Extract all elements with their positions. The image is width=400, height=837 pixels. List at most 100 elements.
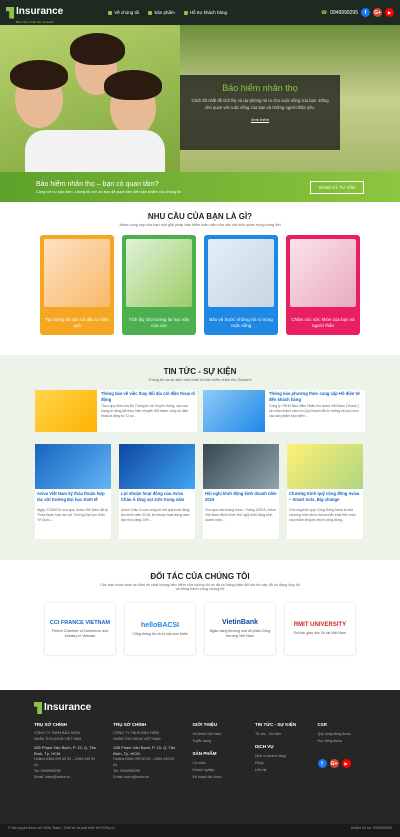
main-nav: Về chúng tôi Sản phẩm Hỗ trợ khách hàng [108,10,227,15]
partner-cci-france[interactable]: CCI FRANCE VIETNAM French Chamber of Com… [45,603,115,655]
news-item-title[interactable]: Hội nghị khởi động kinh doanh năm 2019 [205,491,277,502]
need-card-protection[interactable]: Bảo vệ trước những rủi ro trong cuộc sốn… [204,235,278,335]
site-logo[interactable]: Insurance Bảo hiểm nhân thọ GiusaeX [6,1,63,24]
footer-link[interactable]: Tuyển dụng [193,738,241,745]
footer-logo[interactable]: Insurance [34,702,366,714]
partner-hellobacsi[interactable]: helloBACSI Cổng thông tin và tư vấn sức … [125,603,195,655]
card-caption: Bảo vệ trước những rủi ro trong cuộc sốn… [209,316,273,328]
news-title: TIN TỨC - SỰ KIỆN [163,367,237,376]
footer-link[interactable]: Cá nhân [193,760,241,767]
partner-logo: VietinBank [221,619,259,627]
hero-caption-box: Bảo hiểm nhân thọ Cách tốt nhất để tích … [180,75,340,150]
card-caption: Tích lũy cho tương lai học vấn của con [128,316,190,328]
partner-vietinbank[interactable]: VietinBank Ngân hàng thương mại cổ phần … [205,603,275,655]
cta-banner: Bảo hiểm nhân thọ – bạn có quan tâm? Cùn… [0,172,400,202]
youtube-icon[interactable]: ▶ [385,8,394,17]
partners-section: ĐỐI TÁC CỦA CHÚNG TÔI Các bạn hoàn toàn … [0,572,400,687]
box-icon [148,10,153,15]
nav-item-support[interactable]: Hỗ trợ khách hàng [183,10,227,15]
footer-link[interactable]: FAQs [255,760,303,767]
cta-title: Bảo hiểm nhân thọ – bạn có quan tâm? [36,180,159,188]
card-image [290,239,356,307]
need-card-education[interactable]: Tích lũy cho tương lai học vấn của con [122,235,196,335]
card-image [126,239,192,307]
card-image [208,239,274,307]
facebook-icon[interactable]: f [361,8,370,17]
needs-subtitle: Aviva cung cấp cho bạn một giải pháp bảo… [119,223,281,227]
copyright-text: © Bản quyền thuộc về HCBy Team | Thiết k… [8,826,115,830]
news-item-excerpt: Công ty TNHH Bảo hiểm Nhân thọ Aviva Việ… [269,404,359,418]
news-thumbnail [203,444,279,489]
partner-caption: Ngân hàng thương mại cổ phần Công thương… [209,629,271,638]
footer-link[interactable]: Tin tức - Sự kiện [255,731,303,738]
news-item[interactable]: Lợi nhuận hoạt động của Aviva Châu Á tăn… [119,444,195,539]
needs-title: NHU CẦU CỦA BẠN LÀ GÌ? [147,212,253,221]
partner-logo: helloBACSI [140,621,180,629]
partner-logo: CCI FRANCE VIETNAM [49,619,111,626]
news-featured-item[interactable]: Thông báo phương thức cung cấp Hồ điện t… [203,390,365,432]
partner-caption: French Chamber of Commerce and Industry … [51,628,109,638]
footer-bottom-bar: © Bản quyền thuộc về HCBy Team | Thiết k… [0,824,400,837]
need-card-health[interactable]: Chăm sóc sức khỏe của bạn và người thân [286,235,360,335]
footer-office-2: TRỤ SỞ CHÍNH CÔNG TY TNHH BẢO HIỂM NHÂN … [113,722,176,779]
partners-title: ĐỐI TÁC CỦA CHÚNG TÔI [150,572,250,581]
header-contact: ☎ 0949999295 f G+ ▶ [321,8,394,17]
info-icon [108,10,113,15]
partners-subtitle: Các bạn hoàn toàn an tâm về chất lượng b… [100,583,300,591]
hero-banner: Bảo hiểm nhân thọ Cách tốt nhất để tích … [0,25,400,172]
news-item-excerpt: Vừa qua vào tháng trước, Tháng 1/2019, A… [205,508,276,522]
footer-links-about: GIỚI THIỆU Về Aviva Việt Nam Tuyển dụng … [193,722,241,781]
youtube-icon[interactable]: ▶ [341,759,351,768]
footer-links-news: TIN TỨC - SỰ KIỆN Tin tức - Sự kiện DỊCH… [255,722,303,781]
news-thumbnail [35,444,111,489]
logo-icon [6,6,14,19]
news-item-title[interactable]: Thông báo phương thức cung cấp Hồ điện t… [269,391,363,402]
hotline-number[interactable]: 0949999295 [330,10,358,16]
news-thumbnail [119,444,195,489]
news-item-title[interactable]: Thông báo về việc thay đổi địa chỉ điện … [101,391,195,402]
card-caption: Tạo dựng tài sản và đầu tư hiệu quả [44,316,110,328]
card-caption: Chăm sóc sức khỏe của bạn và người thân [291,316,355,328]
card-image [44,239,110,307]
cta-description: Cùng với sự bảo đảm, chúng tôi còn an bạ… [36,189,181,194]
site-footer: Insurance TRỤ SỞ CHÍNH CÔNG TY TNHH BẢO … [0,690,400,824]
news-item-excerpt: Aviva Châu Á vừa công bố kết quả hoạt độ… [121,508,190,522]
phone-icon: ☎ [320,9,328,16]
footer-link[interactable]: Liên hệ [255,767,303,774]
news-section: TIN TỨC - SỰ KIỆN Thông tin và sự kiện m… [0,355,400,560]
news-featured-item[interactable]: Thông báo về việc thay đổi địa chỉ điện … [35,390,197,432]
support-icon [183,10,188,15]
footer-link[interactable]: Về Aviva Việt Nam [193,731,241,738]
footer-links-csr: CSR Quỹ cộng đồng Aviva Học bổng Aviva f… [317,722,366,781]
footer-link[interactable]: Quỹ cộng đồng Aviva [318,731,366,738]
partner-caption: Đối tác giáo dục Úc tại Việt Nam [294,631,346,636]
need-card-wealth[interactable]: Tạo dựng tài sản và đầu tư hiệu quả [40,235,114,335]
news-item-title[interactable]: Aviva Việt Nam ký thỏa thuận hợp tác với… [37,491,109,502]
footer-link[interactable]: Doanh nghiệp [193,767,241,774]
footer-office-1: TRỤ SỞ CHÍNH CÔNG TY TNHH BẢO HIỂM NHÂN … [34,722,97,779]
news-thumbnail [287,444,363,489]
news-item[interactable]: Hội nghị khởi động kinh doanh năm 2019 V… [203,444,279,539]
register-consult-button[interactable]: ĐĂNG KÝ TƯ VẤN [310,180,364,194]
footer-hotline[interactable]: Hotline hỗ trợ: 0949999295 [351,826,392,835]
news-item[interactable]: Chương trình quỹ cộng đồng Aviva – Smart… [287,444,363,539]
news-item-title[interactable]: Chương trình quỹ cộng đồng Aviva – Smart… [289,491,361,502]
news-item-title[interactable]: Lợi nhuận hoạt động của Aviva Châu Á tăn… [121,491,193,502]
news-thumbnail [203,390,265,432]
footer-link[interactable]: Học bổng Aviva [318,738,366,745]
footer-link[interactable]: Kế hoạch tài chính [193,774,241,781]
google-plus-icon[interactable]: G+ [329,759,339,768]
google-plus-icon[interactable]: G+ [373,8,382,17]
hero-more-link[interactable]: Xem thêm [188,117,332,122]
news-subtitle: Thông tin và sự kiện mới nhất từ Bảo hiể… [148,378,252,382]
partner-caption: Cổng thông tin và tư vấn sức khỏe [132,631,188,636]
hero-title: Bảo hiểm nhân thọ [222,83,298,93]
facebook-icon[interactable]: f [317,759,327,768]
news-item[interactable]: Aviva Việt Nam ký thỏa thuận hợp tác với… [35,444,111,539]
nav-item-about[interactable]: Về chúng tôi [108,10,139,15]
footer-link[interactable]: Dịch vụ khách hàng [255,753,303,760]
nav-item-products[interactable]: Sản phẩm [148,10,175,15]
news-item-excerpt: Theo quy định của Bộ Thông tin và Truyền… [101,404,189,418]
needs-section: NHU CẦU CỦA BẠN LÀ GÌ? Aviva cung cấp ch… [0,212,400,335]
partner-rmit[interactable]: RMIT UNIVERSITY Đối tác giáo dục Úc tại … [285,603,355,655]
